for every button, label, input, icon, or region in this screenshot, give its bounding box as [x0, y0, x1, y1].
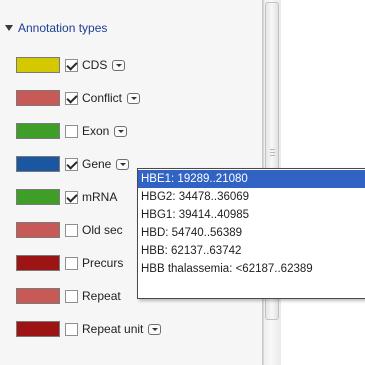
color-swatch[interactable]: [16, 189, 60, 205]
annotation-label: CDS: [82, 58, 108, 72]
visibility-checkbox[interactable]: [65, 58, 78, 72]
annotation-row-precursor: Precurs: [16, 254, 123, 272]
section-header-annotation-types[interactable]: Annotation types: [5, 20, 107, 36]
annotation-row-exon: Exon: [16, 122, 128, 140]
annotation-row-mrna: mRNA: [16, 188, 117, 206]
visibility-checkbox[interactable]: [65, 91, 78, 105]
gene-popup-menu: HBE1: 19289..21080 HBG2: 34478..36069 HB…: [137, 168, 365, 299]
dropdown-arrow-icon[interactable]: [116, 158, 130, 170]
section-title: Annotation types: [18, 21, 108, 35]
annotation-label: Repeat unit: [82, 322, 144, 336]
annotation-label: Conflict: [82, 91, 123, 105]
visibility-checkbox[interactable]: [65, 322, 78, 336]
visibility-checkbox[interactable]: [65, 124, 78, 138]
visibility-checkbox[interactable]: [65, 223, 78, 237]
grip-line: [270, 155, 275, 156]
dropdown-arrow-icon[interactable]: [114, 125, 128, 137]
color-swatch[interactable]: [16, 222, 60, 238]
color-swatch[interactable]: [16, 255, 60, 271]
popup-item[interactable]: HBB thalassemia: <62187..62389: [138, 260, 365, 278]
visibility-checkbox[interactable]: [65, 256, 78, 270]
popup-item[interactable]: HBD: 54740..56389: [138, 224, 365, 242]
popup-item[interactable]: HBE1: 19289..21080: [138, 170, 365, 188]
popup-item[interactable]: HBG1: 39414..40985: [138, 206, 365, 224]
color-swatch[interactable]: [16, 288, 60, 304]
popup-item[interactable]: HBG2: 34478..36069: [138, 188, 365, 206]
annotation-label: Precurs: [82, 256, 124, 270]
annotation-label: Repeat: [82, 289, 121, 303]
grip-line: [270, 152, 275, 153]
annotation-row-old-sequence: Old sec: [16, 221, 123, 239]
visibility-checkbox[interactable]: [65, 289, 78, 303]
annotation-row-repeat-unit: Repeat unit: [16, 320, 162, 338]
annotation-row-gene: Gene: [16, 155, 130, 173]
popup-item[interactable]: HBB: 62137..63742: [138, 242, 365, 260]
color-swatch[interactable]: [16, 123, 60, 139]
color-swatch[interactable]: [16, 321, 60, 337]
dropdown-arrow-icon[interactable]: [112, 59, 126, 71]
color-swatch[interactable]: [16, 57, 60, 73]
annotation-label: Gene: [82, 157, 112, 171]
annotation-row-conflict: Conflict: [16, 89, 141, 107]
color-swatch[interactable]: [16, 156, 60, 172]
visibility-checkbox[interactable]: [65, 157, 78, 171]
annotation-label: Old sec: [82, 223, 123, 237]
triangle-down-icon[interactable]: [5, 25, 13, 31]
dropdown-arrow-icon[interactable]: [127, 92, 141, 104]
annotation-label: mRNA: [82, 190, 118, 204]
visibility-checkbox[interactable]: [65, 190, 78, 204]
grip-line: [270, 149, 275, 150]
annotation-row-cds: CDS: [16, 56, 126, 74]
annotation-label: Exon: [82, 124, 110, 138]
dropdown-arrow-icon[interactable]: [148, 323, 162, 335]
annotation-row-repeat: Repeat: [16, 287, 121, 305]
color-swatch[interactable]: [16, 90, 60, 106]
